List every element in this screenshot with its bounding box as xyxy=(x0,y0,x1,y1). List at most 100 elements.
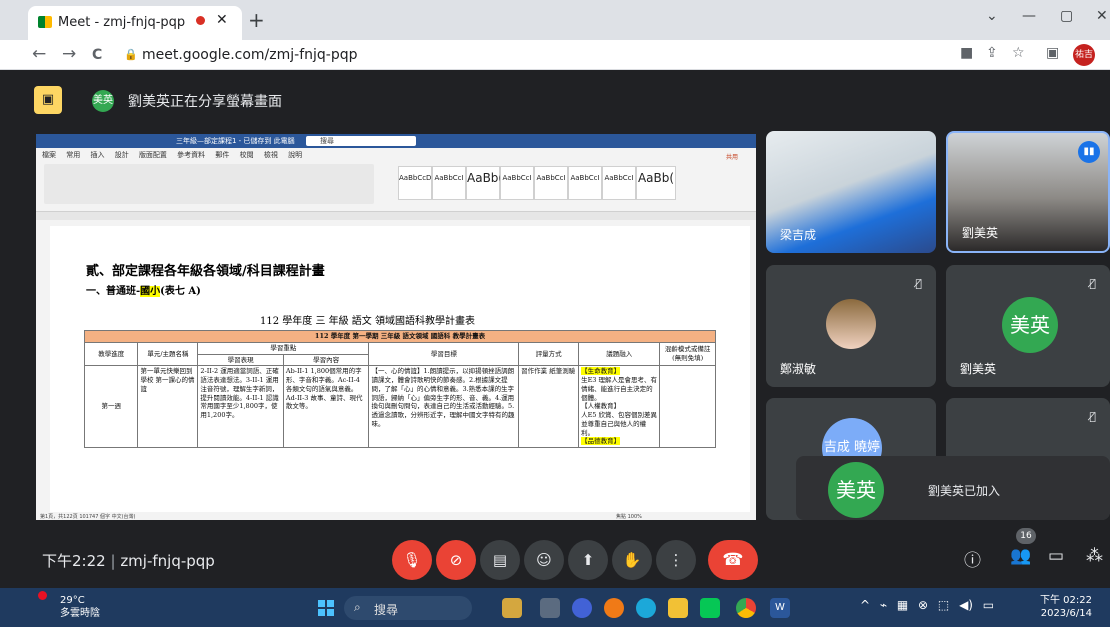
maximize-button[interactable]: ▢ xyxy=(1060,8,1073,24)
doc-window-title: 三年級—部定課程1 - 已儲存到 此電腦 xyxy=(176,137,295,145)
reload-button[interactable]: C xyxy=(92,47,102,63)
bookmark-star-icon[interactable]: ☆ xyxy=(1012,45,1025,61)
present-icon[interactable]: ▣ xyxy=(34,86,62,114)
style-gallery-item: AaBbCcI xyxy=(568,166,602,200)
taskbar-search-label: 搜尋 xyxy=(374,603,399,617)
participant-name: 劉美英 xyxy=(962,226,999,240)
join-text: 劉美英已加入 xyxy=(928,484,1001,498)
mic-off-icon: 🎙̸ xyxy=(1089,410,1096,423)
th-unit: 單元/主題名稱 xyxy=(137,341,199,367)
browser-tab-meet[interactable]: Meet - zmj-fnjq-pqp ✕ xyxy=(28,6,242,40)
line-icon[interactable] xyxy=(700,598,720,618)
firefox-icon[interactable] xyxy=(604,598,624,618)
style-gallery-item: AaBbCcI xyxy=(500,166,534,200)
th-mixed: 混齡模式或備註(無則免填) xyxy=(659,341,716,367)
omnibox[interactable]: 🔒 meet.google.com/zmj-fnjq-pqp xyxy=(112,43,932,67)
emoji-button[interactable]: ☺ xyxy=(524,540,564,580)
chat-icon[interactable]: ▭ xyxy=(1048,546,1064,566)
style-gallery-item: AaBbCcD xyxy=(398,166,432,200)
join-notification: 美英 劉美英已加入 xyxy=(796,456,1110,520)
word-ribbon: 檔案 常用 插入 設計 版面配置 參考資料 郵件 校閱 檢視 說明 共用 AaB… xyxy=(36,148,756,212)
ribbon-tab: 插入 xyxy=(90,151,105,159)
tab-search-button[interactable]: ⌄ xyxy=(986,8,998,24)
participant-name: 鄭淑敏 xyxy=(780,362,817,376)
th-progress: 教學進度 xyxy=(83,341,139,367)
back-button[interactable]: ← xyxy=(32,44,46,64)
system-clock[interactable]: 下午 02:22 2023/6/14 xyxy=(1040,594,1092,620)
share-icon[interactable]: ⇪ xyxy=(986,45,998,61)
more-options-button[interactable]: ⋮ xyxy=(656,540,696,580)
meet-control-bar: 下午2:22 | zmj-fnjq-pqp 🎙 ⊘ ▤ ☺ ⬆ ✋ ⋮ ☎ ⓘ … xyxy=(0,528,1110,588)
cell-content: Ab-II-1 1,800個常用的字形、字音和字義。Ac-II-4 各類文句的語… xyxy=(282,365,370,449)
table-row: 第一週 第一單元快樂回到學校 第一課心的情誼 2-II-2 運用適當詞語、正確語… xyxy=(83,365,716,449)
ruler xyxy=(36,212,756,220)
presenting-banner: ▣ 美英 劉美英正在分享螢幕畫面 xyxy=(26,80,1110,120)
app-icon[interactable] xyxy=(540,598,560,618)
word-icon[interactable]: W xyxy=(770,598,790,618)
style-gallery-item: AaBbCcI xyxy=(432,166,466,200)
edge-icon[interactable] xyxy=(636,598,656,618)
mic-toggle-button[interactable]: 🎙 xyxy=(392,540,432,580)
participant-tile[interactable]: 🎙̸ 鄭淑敏 xyxy=(766,265,936,387)
address-toolbar: ← → C 🔒 meet.google.com/zmj-fnjq-pqp ■ ⇪… xyxy=(0,40,1110,70)
style-gallery-item: AaBbCcI xyxy=(534,166,568,200)
subheading-text: (表七 A) xyxy=(160,286,201,297)
close-tab-button[interactable]: ✕ xyxy=(216,12,228,28)
curriculum-table: 112 學年度 第一學期 三年級 語文領域 國語科 教學計畫表 教學進度 單元/… xyxy=(83,330,716,449)
present-button[interactable]: ⬆ xyxy=(568,540,608,580)
camera-indicator-icon[interactable]: ■ xyxy=(960,45,973,61)
ribbon-tabs: 檔案 常用 插入 設計 版面配置 參考資料 郵件 校閱 檢視 說明 xyxy=(42,150,302,160)
file-explorer-icon[interactable] xyxy=(668,598,688,618)
word-search-box: 搜尋 xyxy=(306,136,416,146)
participant-count-badge: 16 xyxy=(1016,528,1036,544)
chrome-icon[interactable] xyxy=(736,598,756,618)
participant-tile[interactable]: 梁吉成 xyxy=(766,131,936,253)
minimize-button[interactable]: — xyxy=(1022,8,1036,24)
meeting-code: zmj-fnjq-pqp xyxy=(120,552,215,570)
meet-logo-icon xyxy=(38,16,52,28)
participant-tile[interactable]: 🎙̸ 美英 劉美英 xyxy=(946,265,1110,387)
cell-week: 第一週 xyxy=(83,365,139,449)
presenter-avatar: 美英 xyxy=(92,90,114,112)
system-tray[interactable]: ^ ⌁ ▦ ⊗ ⬚ ◀) ▭ xyxy=(860,598,994,612)
participant-name: 梁吉成 xyxy=(780,228,817,242)
doc-heading: 貳、部定課程各年級各領域/科目課程計畫 xyxy=(86,264,325,279)
ribbon-tab: 郵件 xyxy=(215,151,230,159)
participant-tile-active[interactable]: ▮▮ 劉美英 xyxy=(946,131,1110,253)
browser-tab-bar: Meet - zmj-fnjq-pqp ✕ + ⌄ — ▢ ✕ xyxy=(0,0,1110,40)
forward-button[interactable]: → xyxy=(62,44,76,64)
leave-call-button[interactable]: ☎ xyxy=(708,540,758,580)
taskbar-search[interactable]: ⌕ 搜尋 xyxy=(344,596,472,620)
weather-widget[interactable]: 29°C 多雲時陰 xyxy=(60,594,100,620)
screenshot-frame: Meet - zmj-fnjq-pqp ✕ + ⌄ — ▢ ✕ ← → C 🔒 … xyxy=(0,0,1110,627)
info-icon[interactable]: ⓘ xyxy=(964,546,981,571)
doc-subheading: 一、普通班-國小(表七 A) xyxy=(86,282,201,297)
people-icon[interactable]: 👥 xyxy=(1010,546,1031,566)
status-left: 第1頁，共122頁 101747 個字 中文(台灣) xyxy=(40,514,136,520)
issue-tag: 【生命教育】 xyxy=(581,367,621,376)
start-menu-icon[interactable] xyxy=(318,600,334,616)
raise-hand-button[interactable]: ✋ xyxy=(612,540,652,580)
taskbar-time: 下午 02:22 xyxy=(1040,595,1092,606)
profile-avatar[interactable]: 祐吉 xyxy=(1073,44,1095,66)
app-icon[interactable] xyxy=(502,598,522,618)
separator: | xyxy=(110,552,116,570)
speaking-indicator-icon: ▮▮ xyxy=(1078,141,1100,163)
tab-title: Meet - zmj-fnjq-pqp xyxy=(58,15,186,30)
ribbon-tab: 校閱 xyxy=(239,151,254,159)
document-page: 貳、部定課程各年級各領域/科目課程計畫 一、普通班-國小(表七 A) 112 學… xyxy=(50,226,750,516)
th-eval: 評量方式 xyxy=(518,341,580,367)
side-panel-icon[interactable]: ▣ xyxy=(1046,45,1059,61)
camera-toggle-button[interactable]: ⊘ xyxy=(436,540,476,580)
weather-temp: 29°C xyxy=(60,595,85,606)
activities-icon[interactable]: ⁂ xyxy=(1086,546,1103,566)
word-status-bar: 第1頁，共122頁 101747 個字 中文(台灣) 焦點 100% xyxy=(36,512,756,520)
app-icon[interactable] xyxy=(572,598,592,618)
word-search-label: 搜尋 xyxy=(320,137,334,145)
close-window-button[interactable]: ✕ xyxy=(1096,8,1108,24)
new-tab-button[interactable]: + xyxy=(248,8,265,32)
ribbon-tab: 常用 xyxy=(66,151,81,159)
captions-button[interactable]: ▤ xyxy=(480,540,520,580)
style-gallery-item: AaBbCcI xyxy=(602,166,636,200)
cell-goal: 【一、心的情誼】1.朗讀提示，以抑揚頓挫語調朗讀課文，體會詩歌明快的節奏感。2.… xyxy=(368,365,520,449)
